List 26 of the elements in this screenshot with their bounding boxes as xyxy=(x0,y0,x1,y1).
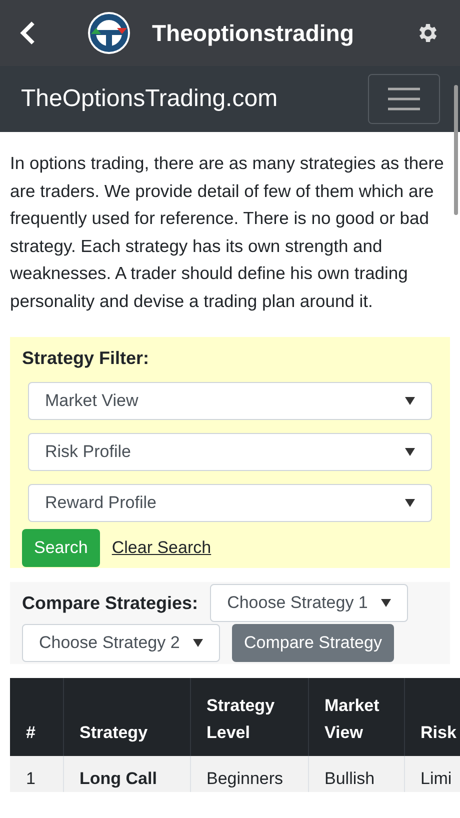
back-icon[interactable] xyxy=(20,21,36,45)
caret-icon xyxy=(405,499,415,507)
dropdown[interactable]: Market View xyxy=(28,382,432,420)
app-title: Theoptionstrading xyxy=(152,18,354,48)
intro-paragraph: In options trading, there are as many strategies as there are traders. We provide detail of few of them which are frequently used for reference. There is no good or bad strategy. Each strategy has its own strength and weaknesses. A trader should define his own trading personality and devise a trading plan around it. xyxy=(10,152,445,313)
dropdown[interactable]: Choose Strategy 1 xyxy=(210,584,408,622)
table-cell: Long Call xyxy=(63,756,190,792)
dropdown[interactable]: Choose Strategy 2 xyxy=(22,624,220,662)
filter-title: Strategy Filter: xyxy=(22,347,150,370)
logo-icon xyxy=(87,11,131,55)
dropdown[interactable]: Reward Profile xyxy=(28,484,432,522)
table-cell: Limi xyxy=(404,756,460,792)
caret-icon xyxy=(381,599,392,607)
table-cell: 1 xyxy=(10,756,63,792)
table-cell: Beginners xyxy=(190,756,308,792)
menu-button[interactable] xyxy=(368,74,440,124)
dropdown[interactable]: Risk Profile xyxy=(28,433,432,471)
caret-icon xyxy=(405,397,415,405)
site-brand[interactable]: TheOptionsTrading.com xyxy=(21,81,278,117)
menu-icon xyxy=(388,87,420,111)
caret-icon xyxy=(193,639,203,647)
compare-button[interactable]: Compare Strategy xyxy=(232,624,394,662)
table-cell: Bullish xyxy=(308,756,404,792)
clear-search-link[interactable]: Clear Search xyxy=(112,535,212,561)
caret-icon xyxy=(405,448,415,456)
compare-title: Compare Strategies: xyxy=(22,592,198,615)
